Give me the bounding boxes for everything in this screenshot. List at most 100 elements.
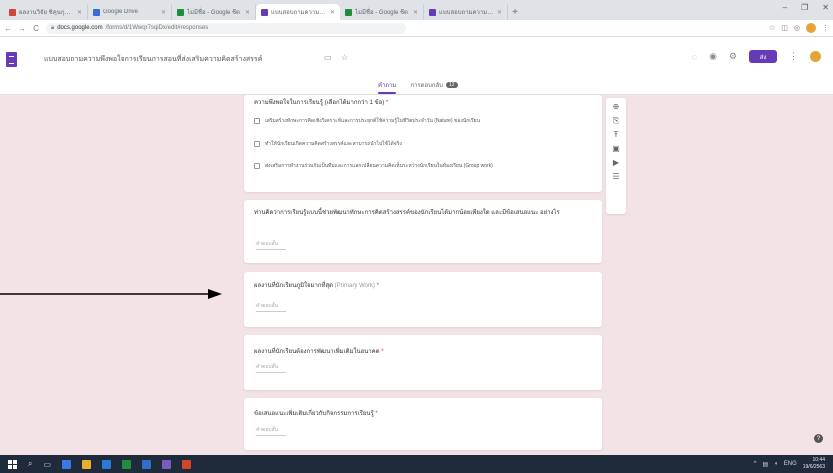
question-title: ผลงานที่นักเรียนภูมิใจมากที่สุด (Primary… (254, 283, 379, 289)
send-button[interactable]: ส่ง (749, 50, 777, 63)
annotation-arrow (0, 289, 222, 299)
tab-title: แบบสอบถามความพึงพอใจ (271, 10, 327, 16)
tab-questions[interactable]: คำถาม (378, 80, 397, 94)
settings-gear-icon[interactable]: ⚙ (729, 51, 737, 62)
checkbox[interactable] (254, 118, 260, 124)
add-question-icon[interactable]: ⊕ (613, 102, 620, 112)
system-tray: ^ ▤ ◖ ENG 10:44 19/6/2563 (754, 457, 825, 471)
question-card[interactable]: ท่านคิดว่าการเรียนรู้แบบนี้ช่วยพัฒนาทักษ… (244, 200, 602, 263)
new-tab-button[interactable]: + (508, 4, 522, 20)
video-icon[interactable]: ▶ (613, 158, 619, 168)
question-card[interactable]: ข้อเสนอแนะเพิ่มเติมเกี่ยวกับกิจกรรมการเร… (244, 398, 602, 450)
folder-icon[interactable]: ▭ (324, 53, 332, 62)
question-card[interactable]: ผลงานที่นักเรียนต้องการพัฒนาเพิ่มเติมในอ… (244, 335, 602, 390)
address-bar: ← → C 🔒︎ docs.google.com /forms/d/1Wwqr7… (0, 20, 833, 37)
task-view-icon[interactable]: ▭ (43, 460, 51, 469)
browser-tab[interactable]: แบบสอบถามความพึงพอใจ✕ (256, 4, 340, 20)
question-card[interactable]: ผลงานที่นักเรียนภูมิใจมากที่สุด (Primary… (244, 272, 602, 327)
close-tab-icon[interactable]: ✕ (245, 9, 250, 16)
profile-avatar[interactable] (806, 23, 816, 33)
question-toolbar: ⊕ ⎘ Ŧ ▣ ▶ ☰ (606, 98, 626, 214)
form-title[interactable]: แบบสอบถามความพึงพอใจการเรียนการสอนที่ส่ง… (44, 54, 262, 65)
responses-count-badge: 12 (446, 82, 458, 88)
volume-icon[interactable]: ◖ (774, 461, 778, 467)
more-options-icon[interactable]: ⋮ (789, 51, 798, 62)
short-answer-field: คำตอบสั้น (256, 302, 286, 312)
checkbox-option[interactable]: ทำให้นักเรียนเกิดความคิดสร้างสรรค์และสาม… (254, 140, 402, 148)
taskbar-app-icon[interactable] (142, 459, 152, 469)
clock-time: 10:44 (812, 457, 825, 463)
maximize-icon[interactable]: ❐ (801, 3, 808, 12)
tab-favicon-icon (9, 8, 16, 16)
back-icon[interactable]: ← (4, 24, 12, 33)
question-title: ความพึงพอใจในการเรียนรู้ (เลือกได้มากกว่… (254, 100, 389, 106)
close-tab-icon[interactable]: ✕ (497, 9, 502, 16)
reload-icon[interactable]: C (32, 24, 40, 33)
tab-label: การตอบกลับ (410, 83, 443, 89)
tab-title: ไม่มีชื่อ - Google ชีต (187, 10, 240, 16)
required-asterisk: * (375, 411, 378, 417)
tab-title: Google Drive (103, 9, 139, 15)
url-host: docs.google.com (57, 25, 103, 31)
url-input[interactable]: 🔒︎ docs.google.com /forms/d/1Wwqr7sqiDx/… (46, 22, 406, 34)
windows-start-icon[interactable] (8, 459, 17, 469)
close-tab-icon[interactable]: ✕ (330, 9, 335, 16)
close-window-icon[interactable]: ✕ (822, 3, 829, 12)
input-language[interactable]: ENG (784, 461, 797, 467)
close-tab-icon[interactable]: ✕ (77, 9, 82, 16)
forms-logo-icon[interactable] (6, 52, 17, 67)
forward-icon[interactable]: → (18, 24, 26, 33)
browser-tab[interactable]: ไม่มีชื่อ - Google ชีต ✕ (172, 4, 256, 20)
image-icon[interactable]: ▣ (612, 144, 620, 154)
question-title: ข้อเสนอแนะเพิ่มเติมเกี่ยวกับกิจกรรมการเร… (254, 411, 378, 417)
bookmark-star-icon[interactable]: ☆ (769, 24, 775, 32)
short-answer-field: คำตอบสั้น (256, 363, 286, 373)
extension-icon[interactable]: ◫ (781, 24, 788, 32)
question-card[interactable]: ความพึงพอใจในการเรียนรู้ (เลือกได้มากกว่… (244, 95, 602, 192)
checkbox[interactable] (254, 141, 260, 147)
tab-favicon-icon (93, 8, 100, 16)
account-avatar[interactable] (810, 51, 821, 62)
close-tab-icon[interactable]: ✕ (161, 9, 166, 16)
required-asterisk: * (381, 349, 384, 355)
browser-tab[interactable]: Google Drive ✕ (88, 4, 172, 20)
tab-favicon-icon (345, 8, 352, 16)
checkbox[interactable] (254, 163, 260, 169)
taskbar-app-icon[interactable] (82, 459, 92, 469)
tab-responses[interactable]: การตอบกลับ 12 (410, 80, 458, 94)
required-asterisk: * (385, 100, 389, 106)
preview-eye-icon[interactable]: ◉ (709, 51, 717, 62)
clock-date: 19/6/2563 (802, 464, 825, 470)
question-hint: (Primary Work) (334, 283, 375, 289)
taskbar-app-icon[interactable] (102, 459, 112, 469)
taskbar-app-icon[interactable] (162, 459, 172, 469)
header-tools: ◌ ◉ ⚙ ส่ง ⋮ (692, 50, 821, 63)
tab-favicon-icon (261, 8, 268, 16)
browser-tab[interactable]: ไม่มีชื่อ - Google ชีต ✕ (340, 4, 424, 20)
title-icon[interactable]: Ŧ (614, 130, 619, 140)
star-icon[interactable]: ☆ (341, 53, 348, 62)
network-icon[interactable]: ▤ (762, 461, 768, 468)
palette-icon[interactable]: ◌ (692, 52, 697, 62)
tab-title: แบบสอบถามความพึงพอใจ (439, 10, 494, 16)
clock[interactable]: 10:44 19/6/2563 (803, 457, 825, 471)
minimize-icon[interactable]: – (783, 3, 787, 12)
taskbar-app-icon[interactable] (62, 459, 72, 469)
browser-menu-icon[interactable]: ⋮ (822, 24, 829, 32)
tray-chevron-icon[interactable]: ^ (754, 461, 757, 467)
checkbox-option[interactable]: เสริมสร้างทักษะการคิดเชิงวิเคราะห์และการ… (254, 117, 480, 125)
help-icon[interactable]: ? (814, 434, 823, 443)
close-tab-icon[interactable]: ✕ (413, 9, 418, 16)
extension-icon[interactable]: ◎ (794, 24, 800, 32)
tab-favicon-icon (177, 8, 184, 16)
import-icon[interactable]: ⎘ (613, 116, 619, 126)
taskbar: ⌕ ▭ ^ ▤ ◖ ENG 10:44 19/6/2563 (0, 455, 833, 473)
tab-favicon-icon (429, 8, 436, 16)
browser-tab[interactable]: ผลงานวิจัย ชิคุนกุนยา (โรค) ไปรษณีย์✕ (4, 4, 88, 20)
browser-tab[interactable]: แบบสอบถามความพึงพอใจ✕ (424, 4, 508, 20)
checkbox-option[interactable]: ส่งเสริมการทำงานร่วมกันเป็นทีมและการแลกเ… (254, 162, 493, 170)
search-icon[interactable]: ⌕ (28, 459, 32, 469)
taskbar-app-icon[interactable] (182, 459, 192, 469)
taskbar-app-icon[interactable] (122, 459, 132, 469)
section-icon[interactable]: ☰ (612, 172, 619, 182)
